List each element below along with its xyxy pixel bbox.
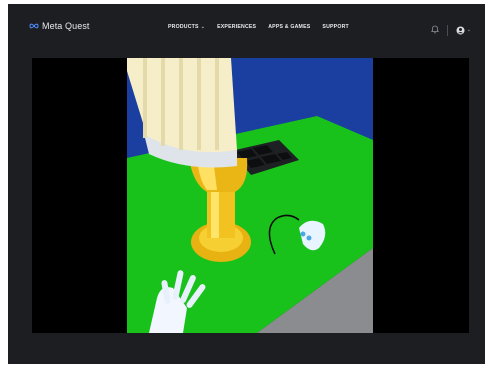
- main-menu: PRODUCTS ⌄ EXPERIENCES APPS & GAMES SUPP…: [168, 24, 349, 30]
- header-divider: [446, 24, 448, 36]
- header-actions: ⌄: [430, 21, 471, 39]
- video-player[interactable]: [32, 58, 469, 333]
- vr-video-frame[interactable]: [127, 58, 373, 333]
- user-avatar-icon: [456, 26, 465, 34]
- nav-item-apps-games[interactable]: APPS & GAMES: [268, 24, 310, 30]
- top-nav: Meta Quest PRODUCTS ⌄ EXPERIENCES APPS &…: [8, 4, 485, 48]
- vr-scene: [127, 58, 373, 333]
- nav-item-label: EXPERIENCES: [217, 24, 257, 30]
- brand-logo[interactable]: Meta Quest: [29, 21, 90, 31]
- chevron-down-icon: ⌄: [466, 27, 471, 33]
- nav-item-label: SUPPORT: [322, 24, 349, 30]
- nav-item-products[interactable]: PRODUCTS ⌄: [168, 24, 205, 30]
- nav-item-support[interactable]: SUPPORT: [322, 24, 348, 30]
- brand-name: Meta Quest: [42, 21, 90, 31]
- nav-item-label: PRODUCTS: [168, 24, 199, 30]
- bell-icon[interactable]: [430, 21, 439, 39]
- browser-page: Meta Quest PRODUCTS ⌄ EXPERIENCES APPS &…: [8, 4, 485, 364]
- nav-item-label: APPS & GAMES: [268, 24, 311, 30]
- meta-infinity-icon: [29, 23, 39, 29]
- nav-item-experiences[interactable]: EXPERIENCES: [217, 24, 256, 30]
- account-menu[interactable]: ⌄: [456, 26, 471, 35]
- chevron-down-icon: ⌄: [200, 24, 206, 30]
